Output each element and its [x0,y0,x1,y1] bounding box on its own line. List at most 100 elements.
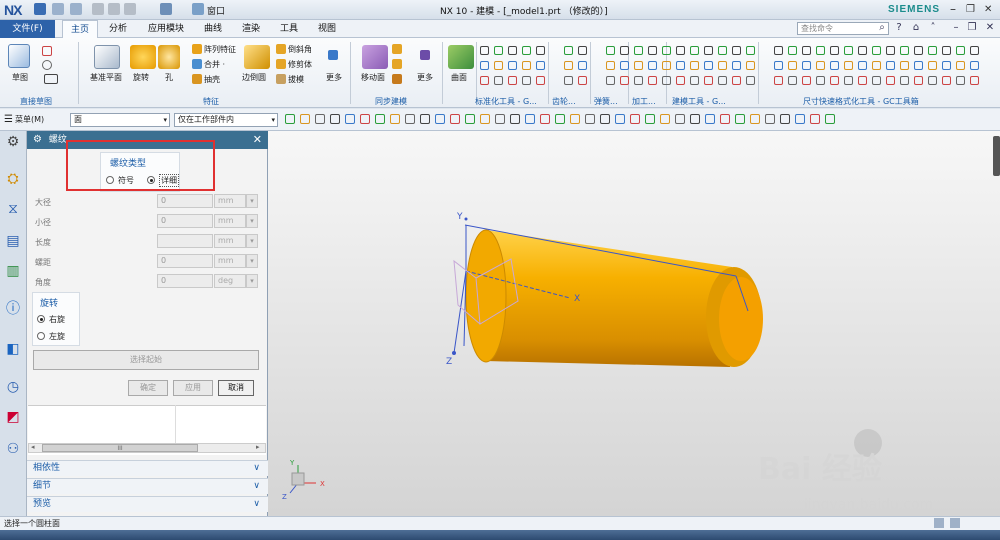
process-studio-icon[interactable]: ◩ [4,408,22,426]
left-hand-radio[interactable] [37,332,45,340]
tool-icon[interactable] [536,76,545,85]
tool-icon[interactable] [886,46,895,55]
collapse-ribbon-icon[interactable]: ˄ [927,22,939,35]
file-menu[interactable]: 文件(F) [0,20,55,38]
tool-icon[interactable] [830,61,839,70]
tool-icon[interactable] [970,61,979,70]
toolbar-icon[interactable] [465,114,475,124]
tool-icon[interactable] [788,61,797,70]
tool-icon[interactable] [676,76,685,85]
tool-icon[interactable] [718,61,727,70]
cylinder-end-step[interactable] [706,267,763,367]
tool-icon[interactable] [816,61,825,70]
major-diameter-dropdown[interactable]: ▾ [246,194,258,208]
toolbar-icon[interactable] [645,114,655,124]
tool-icon[interactable] [480,76,489,85]
tool-icon[interactable] [606,76,615,85]
paste-icon[interactable] [124,3,136,15]
reuse-library-icon[interactable]: ▥ [4,262,22,280]
tool-icon[interactable] [732,76,741,85]
scroll-left-icon[interactable]: ◂ [31,443,35,451]
model-canvas[interactable]: Y X Z Y X Z Bai 经验 jingyan.baidu.com [268,131,1000,516]
close-button[interactable]: ✕ [984,4,992,15]
toolbar-icon[interactable] [435,114,445,124]
toolbar-icon[interactable] [555,114,565,124]
toolbar-icon[interactable] [825,114,835,124]
toolbar-icon[interactable] [510,114,520,124]
tool-icon[interactable] [788,76,797,85]
undo-icon[interactable] [52,3,64,15]
tool-icon[interactable] [676,46,685,55]
draft-label[interactable]: 拔模 [288,74,304,85]
constraint-navigator-icon[interactable]: ▤ [4,232,22,250]
tool-icon[interactable] [508,76,517,85]
unite-label[interactable]: 合并 · [204,59,225,70]
search-icon[interactable]: ⌕ [876,22,888,35]
toolbar-icon[interactable] [660,114,670,124]
main-menu-button[interactable]: 菜单(M) [15,114,44,125]
right-hand-label[interactable]: 右旋 [49,314,65,325]
clock-icon[interactable]: ◷ [4,378,22,396]
tool-icon[interactable] [970,46,979,55]
pitch-dropdown[interactable]: ▾ [246,254,258,268]
revolve-icon[interactable] [130,45,156,69]
tool-icon[interactable] [872,61,881,70]
toolbar-icon[interactable] [375,114,385,124]
tool-icon[interactable] [718,76,727,85]
trim-body-label[interactable]: 修剪体 [288,59,312,70]
tool-icon[interactable] [564,46,573,55]
tool-icon[interactable] [746,76,755,85]
tool-icon[interactable] [802,61,811,70]
tab-render[interactable]: 渲染 [234,20,268,38]
status-icon[interactable] [950,518,960,528]
cancel-button[interactable]: 取消 [218,380,254,396]
tool-icon[interactable] [578,76,587,85]
toolbar-icon[interactable] [450,114,460,124]
ok-button[interactable]: 确定 [128,380,168,396]
toolbar-icon[interactable] [360,114,370,124]
tool-icon[interactable] [606,61,615,70]
tool-icon[interactable] [746,61,755,70]
doc-restore-button[interactable]: ❐ [966,22,978,35]
tool-icon[interactable] [690,76,699,85]
minimize-button[interactable]: – [950,2,956,16]
angle-input[interactable]: 0 [157,274,213,288]
toolbar-icon[interactable] [525,114,535,124]
tool-icon[interactable] [830,46,839,55]
select-start-button[interactable]: 选择起始 [33,350,259,370]
tool-icon[interactable] [578,46,587,55]
doc-close-button[interactable]: ✕ [984,22,996,35]
scrollbar-thumb[interactable]: III [42,444,198,452]
tool-icon[interactable] [620,76,629,85]
tab-view[interactable]: 视图 [310,20,344,38]
repeat-command-icon[interactable] [160,3,172,15]
tool-icon[interactable] [536,61,545,70]
type-filter-select[interactable]: 面 ▾ [70,113,170,127]
major-diameter-unit[interactable]: mm [214,194,246,208]
toolbar-icon[interactable] [570,114,580,124]
shell-label[interactable]: 抽壳 [204,74,220,85]
help-icon[interactable]: ? [893,22,905,35]
tool-icon[interactable] [564,61,573,70]
tool-icon[interactable] [956,61,965,70]
toolbar-icon[interactable] [705,114,715,124]
tool-icon[interactable] [620,46,629,55]
angle-dropdown[interactable]: ▾ [246,274,258,288]
tool-icon[interactable] [564,76,573,85]
tab-analysis[interactable]: 分析 [100,20,136,38]
tool-icon[interactable] [480,46,489,55]
window-menu[interactable]: 窗口 [207,4,225,17]
tool-icon[interactable] [928,61,937,70]
tool-icon[interactable] [788,46,797,55]
tool-icon[interactable] [914,46,923,55]
window-icon[interactable] [192,3,204,15]
tool-icon[interactable] [704,61,713,70]
tool-icon[interactable] [886,61,895,70]
surface-icon[interactable] [448,45,474,69]
more-sync-icon[interactable] [420,50,430,60]
section-preview[interactable]: 预览 ∨ [27,496,268,512]
tool-icon[interactable] [522,76,531,85]
tool-icon[interactable] [900,61,909,70]
tool-icon[interactable] [732,46,741,55]
toolbar-icon[interactable] [750,114,760,124]
